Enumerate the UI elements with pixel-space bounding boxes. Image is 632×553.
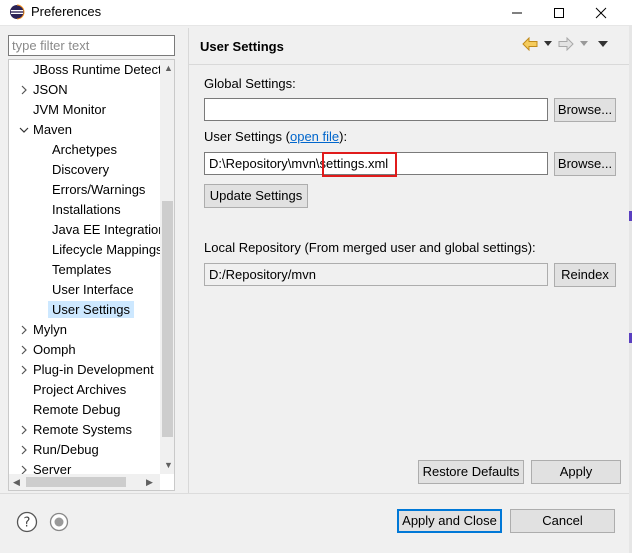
tree-item-errors-warnings[interactable]: Errors/Warnings <box>9 180 160 200</box>
chevron-right-icon[interactable] <box>18 84 30 96</box>
tree-item-jvm-monitor[interactable]: JVM Monitor <box>9 100 160 120</box>
page-navigation <box>522 37 608 51</box>
maximize-icon <box>554 8 564 18</box>
tree-item-archetypes[interactable]: Archetypes <box>9 140 160 160</box>
local-repository-label: Local Repository (From merged user and g… <box>204 240 536 255</box>
tree-item-user-interface[interactable]: User Interface <box>9 280 160 300</box>
tree-item-label: Plug-in Development <box>33 362 154 377</box>
close-icon <box>595 7 607 19</box>
tree-item-label: JVM Monitor <box>33 102 106 117</box>
apply-button[interactable]: Apply <box>531 460 621 484</box>
help-icon[interactable]: ? <box>16 511 38 533</box>
tree-item-remote-systems[interactable]: Remote Systems <box>9 420 160 440</box>
user-settings-label: User Settings (open file): <box>204 129 347 144</box>
forward-history-dropdown-icon[interactable] <box>580 41 588 47</box>
chevron-right-icon[interactable] <box>18 344 30 356</box>
minimize-icon <box>512 12 522 14</box>
chevron-right-icon[interactable] <box>18 324 30 336</box>
tree-item-label: Remote Systems <box>33 422 132 437</box>
tree-item-label: User Interface <box>52 282 134 297</box>
tree-item-label: Lifecycle Mappings <box>52 242 160 257</box>
tree-item-label: Errors/Warnings <box>52 182 146 197</box>
back-arrow-icon[interactable] <box>522 37 538 51</box>
scroll-up-icon[interactable]: ▲ <box>164 63 173 73</box>
tree-item-label: Remote Debug <box>33 402 121 417</box>
tree-item-jboss-runtime-detection[interactable]: JBoss Runtime Detection <box>9 60 160 80</box>
scrollbar-thumb[interactable] <box>162 201 173 437</box>
tree-item-label: Run/Debug <box>33 442 99 457</box>
tree-item-label: Mylyn <box>33 322 67 337</box>
user-settings-field[interactable]: D:\Repository\mvn\settings.xml <box>204 152 548 175</box>
reindex-button[interactable]: Reindex <box>554 263 616 287</box>
user-browse-button[interactable]: Browse... <box>554 152 616 176</box>
back-history-dropdown-icon[interactable] <box>544 41 552 47</box>
open-file-link[interactable]: open file <box>290 129 339 144</box>
page-title: User Settings <box>200 39 284 54</box>
tree-item-maven[interactable]: Maven <box>9 120 160 140</box>
tree-item-label: Installations <box>52 202 121 217</box>
tree-item-label: Maven <box>33 122 73 137</box>
tree-item-label: Project Archives <box>33 382 127 397</box>
tree-item-lifecycle-mappings[interactable]: Lifecycle Mappings <box>9 240 160 260</box>
scroll-down-icon[interactable]: ▼ <box>164 460 173 470</box>
window-title: Preferences <box>31 4 102 19</box>
footer-separator <box>0 493 632 494</box>
tree-item-discovery[interactable]: Discovery <box>9 160 160 180</box>
tree-item-label: Java EE Integration <box>52 222 160 237</box>
title-bar: Preferences <box>0 0 632 26</box>
header-separator <box>189 64 632 65</box>
tree-item-label: JSON <box>33 82 68 97</box>
scroll-right-icon[interactable]: ▶ <box>146 477 153 487</box>
tree-item-templates[interactable]: Templates <box>9 260 160 280</box>
tree-item-user-settings[interactable]: User Settings <box>9 300 160 320</box>
eclipse-icon <box>9 4 25 23</box>
chevron-down-icon[interactable] <box>18 124 30 136</box>
user-settings-path: D:\Repository\mvn\ <box>209 156 320 171</box>
user-settings-filename: settings.xml <box>319 156 389 171</box>
page-header: User Settings <box>189 28 632 64</box>
close-button[interactable] <box>578 0 624 26</box>
minimize-button[interactable] <box>494 0 540 26</box>
forward-arrow-icon[interactable] <box>558 37 574 51</box>
global-browse-button[interactable]: Browse... <box>554 98 616 122</box>
tree-item-label: JBoss Runtime Detection <box>33 62 160 77</box>
user-settings-label-prefix: User Settings ( <box>204 129 290 144</box>
preference-tree[interactable]: JBoss Runtime Detection JSON JVM Monitor… <box>8 59 175 491</box>
tree-item-oomph[interactable]: Oomph <box>9 340 160 360</box>
tree-item-label: Archetypes <box>52 142 118 157</box>
tree-vertical-scrollbar[interactable]: ▲ ▼ <box>160 60 174 474</box>
pane-divider[interactable] <box>188 28 189 493</box>
tree-item-plug-in-development[interactable]: Plug-in Development <box>9 360 160 380</box>
svg-text:?: ? <box>24 516 31 531</box>
user-settings-label-suffix: ): <box>339 129 348 144</box>
chevron-right-icon[interactable] <box>18 364 30 376</box>
tree-item-mylyn[interactable]: Mylyn <box>9 320 160 340</box>
filter-input[interactable] <box>8 35 175 56</box>
tree-item-run-debug[interactable]: Run/Debug <box>9 440 160 460</box>
record-icon[interactable] <box>48 511 70 533</box>
maximize-button[interactable] <box>536 0 582 26</box>
tree-item-label: Templates <box>52 262 112 277</box>
tree-item-remote-debug[interactable]: Remote Debug <box>9 400 160 420</box>
tree-item-project-archives[interactable]: Project Archives <box>9 380 160 400</box>
view-menu-icon[interactable] <box>598 40 608 48</box>
cancel-button[interactable]: Cancel <box>510 509 615 533</box>
local-repository-field[interactable]: D:/Repository/mvn <box>204 263 548 286</box>
global-settings-label: Global Settings: <box>204 76 296 91</box>
update-settings-button[interactable]: Update Settings <box>204 184 308 208</box>
chevron-right-icon[interactable] <box>18 424 30 436</box>
chevron-right-icon[interactable] <box>18 444 30 456</box>
tree-item-java-ee-integration[interactable]: Java EE Integration <box>9 220 160 240</box>
restore-defaults-button[interactable]: Restore Defaults <box>418 460 524 484</box>
tree-item-label: User Settings <box>48 301 135 318</box>
tree-item-label: Oomph <box>33 342 76 357</box>
apply-and-close-button[interactable]: Apply and Close <box>397 509 502 533</box>
tree-item-json[interactable]: JSON <box>9 80 160 100</box>
tree-item-label: Discovery <box>52 162 110 177</box>
tree-horizontal-scrollbar[interactable]: ◀ ▶ <box>9 474 160 490</box>
scroll-left-icon[interactable]: ◀ <box>13 477 20 487</box>
global-settings-field[interactable] <box>204 98 548 121</box>
tree-item-installations[interactable]: Installations <box>9 200 160 220</box>
scrollbar-thumb[interactable] <box>26 477 126 487</box>
